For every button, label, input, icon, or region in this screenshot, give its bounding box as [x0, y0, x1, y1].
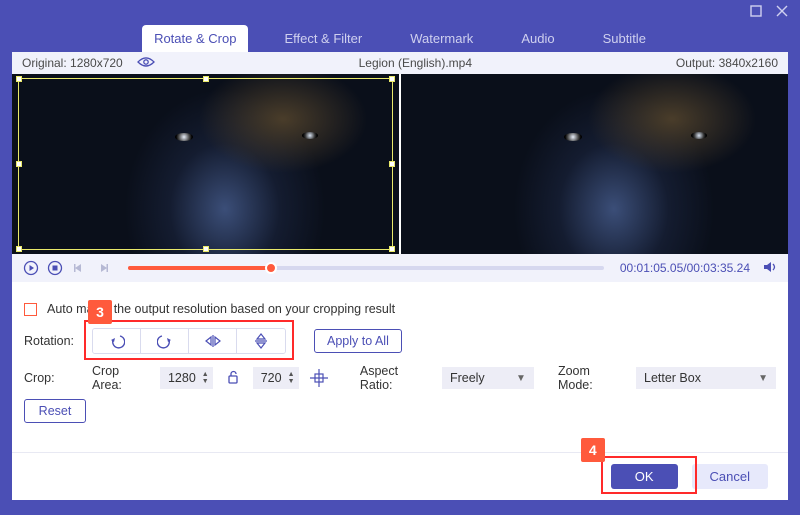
preview-eye-icon[interactable] [137, 56, 155, 71]
crop-position-icon[interactable] [309, 367, 330, 389]
auto-match-checkbox[interactable] [24, 303, 37, 316]
play-icon[interactable] [22, 259, 40, 277]
controls-area: Auto match the output resolution based o… [12, 282, 788, 442]
apply-to-all-button[interactable]: Apply to All [314, 329, 402, 353]
info-bar: Original: 1280x720 Legion (English).mp4 … [12, 52, 788, 74]
tab-effect-filter[interactable]: Effect & Filter [272, 25, 374, 52]
volume-icon[interactable] [762, 259, 778, 278]
zoom-mode-select[interactable]: Letter Box▼ [636, 367, 776, 389]
tab-watermark[interactable]: Watermark [398, 25, 485, 52]
crop-area-label: Crop Area: [92, 364, 150, 392]
tab-audio[interactable]: Audio [509, 25, 566, 52]
crop-label: Crop: [24, 371, 82, 385]
preview-area [12, 74, 788, 254]
dialog-footer: 4 OK Cancel [12, 452, 788, 500]
crop-selection[interactable] [18, 78, 393, 250]
stop-icon[interactable] [46, 259, 64, 277]
annotation-callout-4: 4 [581, 438, 605, 462]
transport-bar: 00:01:05.05/00:03:35.24 [12, 254, 788, 282]
maximize-icon[interactable] [748, 3, 764, 19]
aspect-ratio-label: Aspect Ratio: [360, 364, 432, 392]
close-icon[interactable] [774, 3, 790, 19]
output-resolution: Output: 3840x2160 [676, 56, 778, 70]
timecode: 00:01:05.05/00:03:35.24 [620, 261, 750, 275]
tab-bar: Rotate & Crop Effect & Filter Watermark … [0, 22, 800, 52]
crop-width-input[interactable]: 1280▲▼ [160, 367, 213, 389]
crop-height-input[interactable]: 720▲▼ [253, 367, 299, 389]
timeline-slider[interactable] [128, 266, 604, 270]
tab-subtitle[interactable]: Subtitle [591, 25, 658, 52]
preview-original[interactable] [12, 74, 399, 254]
original-resolution: Original: 1280x720 [22, 56, 123, 70]
aspect-ratio-select[interactable]: Freely▼ [442, 367, 534, 389]
main-panel: Original: 1280x720 Legion (English).mp4 … [12, 52, 788, 500]
annotation-box-4 [601, 456, 697, 494]
annotation-box-3 [84, 320, 294, 360]
filename: Legion (English).mp4 [155, 56, 676, 70]
cancel-button[interactable]: Cancel [692, 464, 768, 489]
reset-button[interactable]: Reset [24, 399, 86, 423]
lock-aspect-icon[interactable] [223, 370, 243, 387]
annotation-callout-3: 3 [88, 300, 112, 324]
rotation-label: Rotation: [24, 334, 82, 348]
preview-output [401, 74, 788, 254]
window-titlebar [0, 0, 800, 22]
tab-rotate-crop[interactable]: Rotate & Crop [142, 25, 248, 52]
prev-frame-icon[interactable] [70, 259, 88, 277]
zoom-mode-label: Zoom Mode: [558, 364, 626, 392]
next-frame-icon[interactable] [94, 259, 112, 277]
